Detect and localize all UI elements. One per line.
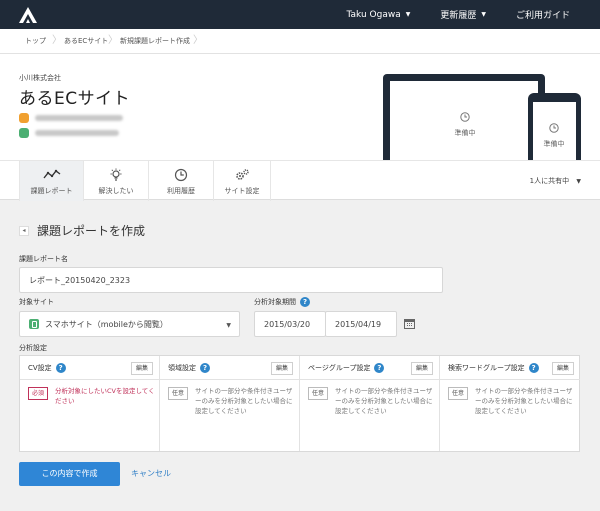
target-site-value: スマホサイト（mobileから閲覧） (45, 319, 168, 329)
site-url-pc (19, 112, 123, 124)
help-icon[interactable]: ? (200, 362, 210, 373)
breadcrumb-current: 新規課題レポート作成 (120, 37, 190, 45)
page-title-text: 課題レポートを作成 (37, 224, 146, 238)
tab-usage-history[interactable]: 利用履歴 (149, 161, 214, 201)
phone-preview: 準備中 (528, 93, 581, 160)
date-to-value: 2015/04/19 (335, 319, 382, 329)
tab-solve[interactable]: 解決したい (84, 161, 149, 201)
date-from-value: 2015/03/20 (264, 319, 311, 329)
app-logo-icon[interactable] (17, 6, 39, 24)
tab-issue-report[interactable]: 課題レポート (19, 161, 84, 201)
analysis-settings-panel: CV設定 ? 編集 必須 分析対象にしたいCVを設定してください 領域設定 ? … (19, 355, 580, 452)
share-status-label: 1人に共有中 (529, 177, 570, 185)
clock-icon (549, 123, 559, 133)
tab-site-settings[interactable]: サイト設定 (214, 161, 271, 201)
help-icon[interactable]: ? (528, 362, 539, 373)
breadcrumb-separator: 〉 (108, 35, 118, 46)
report-name-input[interactable]: レポート_20150420_2323 (19, 267, 443, 293)
mobile-site-icon (29, 319, 39, 329)
breadcrumb-separator: 〉 (52, 35, 62, 46)
area-settings-column: 領域設定 ? 編集 任意 サイトの一部分や条件付きユーザーのみを分析対象としたい… (160, 356, 300, 451)
updates-menu[interactable]: 更新履歴 ▼ (440, 8, 486, 21)
page-title: ◂ 課題レポートを作成 (19, 222, 145, 239)
clock-icon (460, 112, 470, 122)
share-status-dropdown[interactable]: 1人に共有中 ▼ (530, 176, 581, 186)
updates-label: 更新履歴 (440, 11, 477, 21)
calendar-icon[interactable] (404, 318, 415, 329)
chevron-down-icon: ▼ (405, 11, 411, 18)
target-site-select[interactable]: スマホサイト（mobileから閲覧） ▼ (19, 311, 240, 337)
edit-area-button[interactable]: 編集 (271, 362, 293, 375)
lightbulb-icon (110, 168, 122, 181)
tab-label: 課題レポート (30, 187, 73, 195)
edit-cv-button[interactable]: 編集 (131, 362, 153, 375)
cv-settings-title: CV設定 (28, 363, 52, 372)
breadcrumb-separator: 〉 (193, 35, 203, 46)
tab-label: サイト設定 (224, 187, 260, 195)
optional-badge: 任意 (308, 387, 328, 400)
help-icon[interactable]: ? (300, 297, 310, 307)
company-name: 小川株式会社 (19, 74, 61, 82)
breadcrumb-site[interactable]: あるECサイト (64, 29, 108, 53)
laptop-preview: 準備中 (383, 74, 545, 160)
guide-label: ご利用ガイド (515, 11, 570, 21)
optional-badge: 任意 (168, 387, 188, 400)
create-report-button[interactable]: この内容で作成 (19, 462, 120, 486)
cv-settings-column: CV設定 ? 編集 必須 分析対象にしたいCVを設定してください (20, 356, 160, 451)
site-title: あるECサイト (19, 89, 131, 109)
mobile-site-icon (19, 128, 29, 138)
page-group-settings-title: ページグループ設定 (308, 363, 371, 372)
edit-keyword-group-button[interactable]: 編集 (552, 362, 574, 375)
user-name: Taku Ogawa (346, 9, 401, 20)
keyword-group-settings-description: サイトの一部分や条件付きユーザーのみを分析対象としたい場合に設定してください (475, 387, 573, 415)
tab-label: 利用履歴 (167, 187, 195, 195)
guide-link[interactable]: ご利用ガイド (516, 8, 570, 21)
report-name-label: 課題レポート名 (19, 255, 68, 263)
optional-badge: 任意 (448, 387, 468, 400)
analysis-period-label: 分析対象期間 ? (254, 297, 310, 307)
tab-label: 解決したい (98, 187, 134, 195)
laptop-preview-status: 準備中 (454, 129, 476, 137)
required-badge: 必須 (28, 387, 48, 400)
date-from-input[interactable]: 2015/03/20 (254, 311, 326, 337)
analysis-settings-label: 分析設定 (19, 344, 47, 352)
chevron-down-icon: ▼ (481, 11, 486, 18)
keyword-group-settings-title: 検索ワードグループ設定 (448, 363, 525, 372)
edit-page-group-button[interactable]: 編集 (411, 362, 433, 375)
gears-icon (236, 169, 249, 180)
trend-chart-icon (42, 169, 60, 179)
chevron-down-icon: ▼ (226, 322, 231, 329)
chevron-down-icon: ▼ (576, 178, 581, 185)
keyword-group-settings-column: 検索ワードグループ設定 ? 編集 任意 サイトの一部分や条件付きユーザーのみを分… (440, 356, 580, 451)
site-url-mobile (19, 127, 119, 139)
collapse-toggle-icon[interactable]: ◂ (19, 225, 29, 236)
date-to-input[interactable]: 2015/04/19 (325, 311, 397, 337)
blurred-url (35, 115, 123, 121)
pc-site-icon (19, 113, 29, 123)
page-group-settings-column: ページグループ設定 ? 編集 任意 サイトの一部分や条件付きユーザーのみを分析対… (300, 356, 440, 451)
breadcrumb-top[interactable]: トップ (25, 29, 46, 53)
area-settings-description: サイトの一部分や条件付きユーザーのみを分析対象としたい場合に設定してください (195, 387, 293, 415)
report-name-value: レポート_20150420_2323 (29, 275, 131, 285)
cv-settings-description: 分析対象にしたいCVを設定してください (55, 387, 155, 405)
cancel-link[interactable]: キャンセル (131, 462, 171, 486)
page-group-settings-description: サイトの一部分や条件付きユーザーのみを分析対象としたい場合に設定してください (335, 387, 433, 415)
breadcrumb: トップ 〉 あるECサイト 〉 新規課題レポート作成 〉 (0, 29, 600, 54)
area-settings-title: 領域設定 (168, 363, 196, 372)
phone-preview-status: 準備中 (543, 140, 565, 148)
tab-bar: 課題レポート 解決したい 利用履歴 サイト設定 (0, 160, 600, 201)
top-navigation-bar: Taku Ogawa ▼ 更新履歴 ▼ ご利用ガイド (0, 0, 600, 29)
clock-icon (174, 168, 188, 182)
target-site-label: 対象サイト (19, 298, 54, 306)
help-icon[interactable]: ? (55, 362, 66, 373)
user-menu[interactable]: Taku Ogawa ▼ (347, 10, 411, 20)
blurred-url (35, 130, 119, 136)
analysis-period-text: 分析対象期間 (254, 298, 296, 306)
help-icon[interactable]: ? (374, 362, 385, 373)
